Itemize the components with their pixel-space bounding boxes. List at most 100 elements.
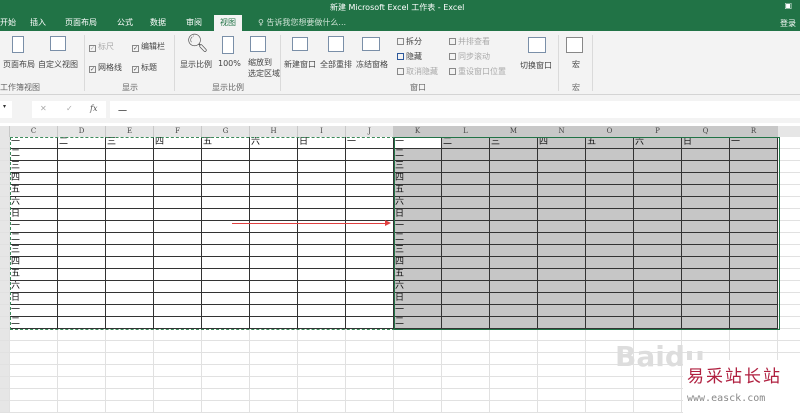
cell-empty[interactable]: [394, 329, 442, 341]
cell-empty[interactable]: [442, 353, 490, 365]
cell-empty[interactable]: [346, 353, 394, 365]
column-header-F[interactable]: F: [154, 126, 202, 137]
cell-empty[interactable]: [298, 341, 346, 353]
cell-empty[interactable]: [106, 389, 154, 401]
row-header[interactable]: [0, 389, 10, 401]
tab-insert[interactable]: 插入: [30, 17, 46, 28]
cell-empty[interactable]: [154, 341, 202, 353]
tab-data[interactable]: 数据: [150, 17, 166, 28]
enter-icon[interactable]: ✓: [66, 104, 73, 113]
tab-page-layout[interactable]: 页面布局: [65, 17, 97, 28]
cell-empty[interactable]: [778, 293, 800, 305]
column-header-N[interactable]: N: [538, 126, 586, 137]
cell-empty[interactable]: [298, 377, 346, 389]
column-header-H[interactable]: H: [250, 126, 298, 137]
column-header-G[interactable]: G: [202, 126, 250, 137]
cell-empty[interactable]: [538, 389, 586, 401]
cell-empty[interactable]: [346, 401, 394, 413]
cell-empty[interactable]: [106, 353, 154, 365]
cell-empty[interactable]: [154, 353, 202, 365]
login-link[interactable]: 登录: [780, 18, 796, 29]
cell-empty[interactable]: [10, 389, 58, 401]
cell-empty[interactable]: [778, 233, 800, 245]
cell-empty[interactable]: [778, 161, 800, 173]
cell-empty[interactable]: [730, 329, 778, 341]
row-header[interactable]: [0, 317, 10, 329]
cell-empty[interactable]: [778, 245, 800, 257]
insert-function-icon[interactable]: fx: [90, 104, 97, 113]
ruler-checkbox[interactable]: ✓ 标尺: [89, 41, 114, 52]
split-button[interactable]: 拆分: [397, 36, 422, 47]
cell-empty[interactable]: [202, 353, 250, 365]
row-header[interactable]: [0, 329, 10, 341]
cell-empty[interactable]: [490, 401, 538, 413]
cell-empty[interactable]: [106, 401, 154, 413]
row-header[interactable]: [0, 257, 10, 269]
cell-empty[interactable]: [346, 329, 394, 341]
cell-empty[interactable]: [10, 401, 58, 413]
gridlines-checkbox[interactable]: ✓ 网格线: [89, 62, 122, 73]
cell-empty[interactable]: [394, 389, 442, 401]
cell-empty[interactable]: [250, 389, 298, 401]
cell-empty[interactable]: [106, 365, 154, 377]
row-header[interactable]: [0, 245, 10, 257]
cell-empty[interactable]: [58, 377, 106, 389]
cell-empty[interactable]: [490, 353, 538, 365]
column-header-M[interactable]: M: [490, 126, 538, 137]
cell-empty[interactable]: [778, 173, 800, 185]
row-header[interactable]: [0, 233, 10, 245]
cell-empty[interactable]: [778, 257, 800, 269]
cell-empty[interactable]: [778, 149, 800, 161]
cell-empty[interactable]: [106, 329, 154, 341]
tab-review[interactable]: 审阅: [186, 17, 202, 28]
cell-empty[interactable]: [154, 389, 202, 401]
cell-empty[interactable]: [58, 401, 106, 413]
cell-empty[interactable]: [778, 317, 800, 329]
column-header-L[interactable]: L: [442, 126, 490, 137]
tab-home[interactable]: 开始: [0, 17, 16, 28]
cell-empty[interactable]: [538, 341, 586, 353]
zoom-button[interactable]: 显示比例: [180, 59, 212, 70]
cancel-icon[interactable]: ✕: [40, 104, 47, 113]
synchronous-scrolling-button[interactable]: 同步滚动: [449, 51, 490, 62]
cell-empty[interactable]: [442, 329, 490, 341]
cell-empty[interactable]: [490, 341, 538, 353]
cell-empty[interactable]: [442, 401, 490, 413]
select-all-corner[interactable]: [0, 126, 10, 137]
row-header[interactable]: [0, 173, 10, 185]
row-header[interactable]: [0, 365, 10, 377]
row-header[interactable]: [0, 341, 10, 353]
row-header[interactable]: [0, 305, 10, 317]
reset-window-position-button[interactable]: 重设窗口位置: [449, 66, 506, 77]
cell-empty[interactable]: [634, 377, 682, 389]
cell-empty[interactable]: [58, 353, 106, 365]
cell-empty[interactable]: [202, 341, 250, 353]
cell-empty[interactable]: [154, 329, 202, 341]
cell-empty[interactable]: [778, 341, 800, 353]
hide-button[interactable]: 隐藏: [397, 51, 422, 62]
cell-empty[interactable]: [250, 365, 298, 377]
row-header[interactable]: [0, 137, 10, 149]
cell-empty[interactable]: [346, 389, 394, 401]
column-header-C[interactable]: C: [10, 126, 58, 137]
cell-empty[interactable]: [778, 209, 800, 221]
cell-empty[interactable]: [778, 197, 800, 209]
cell-empty[interactable]: [778, 305, 800, 317]
cell-empty[interactable]: [202, 365, 250, 377]
cell-empty[interactable]: [154, 377, 202, 389]
cell-empty[interactable]: [58, 365, 106, 377]
row-header[interactable]: [0, 221, 10, 233]
formula-input[interactable]: 一: [110, 101, 800, 118]
cell-empty[interactable]: [586, 401, 634, 413]
cell-empty[interactable]: [730, 341, 778, 353]
column-header-Q[interactable]: Q: [682, 126, 730, 137]
cell-empty[interactable]: [394, 365, 442, 377]
macros-button[interactable]: 宏: [572, 59, 580, 70]
cell-empty[interactable]: [58, 329, 106, 341]
cell-empty[interactable]: [298, 365, 346, 377]
new-window-button[interactable]: 新建窗口: [284, 59, 316, 70]
cell-empty[interactable]: [538, 353, 586, 365]
cell-empty[interactable]: [490, 329, 538, 341]
cell-empty[interactable]: [490, 377, 538, 389]
cell-empty[interactable]: [538, 401, 586, 413]
